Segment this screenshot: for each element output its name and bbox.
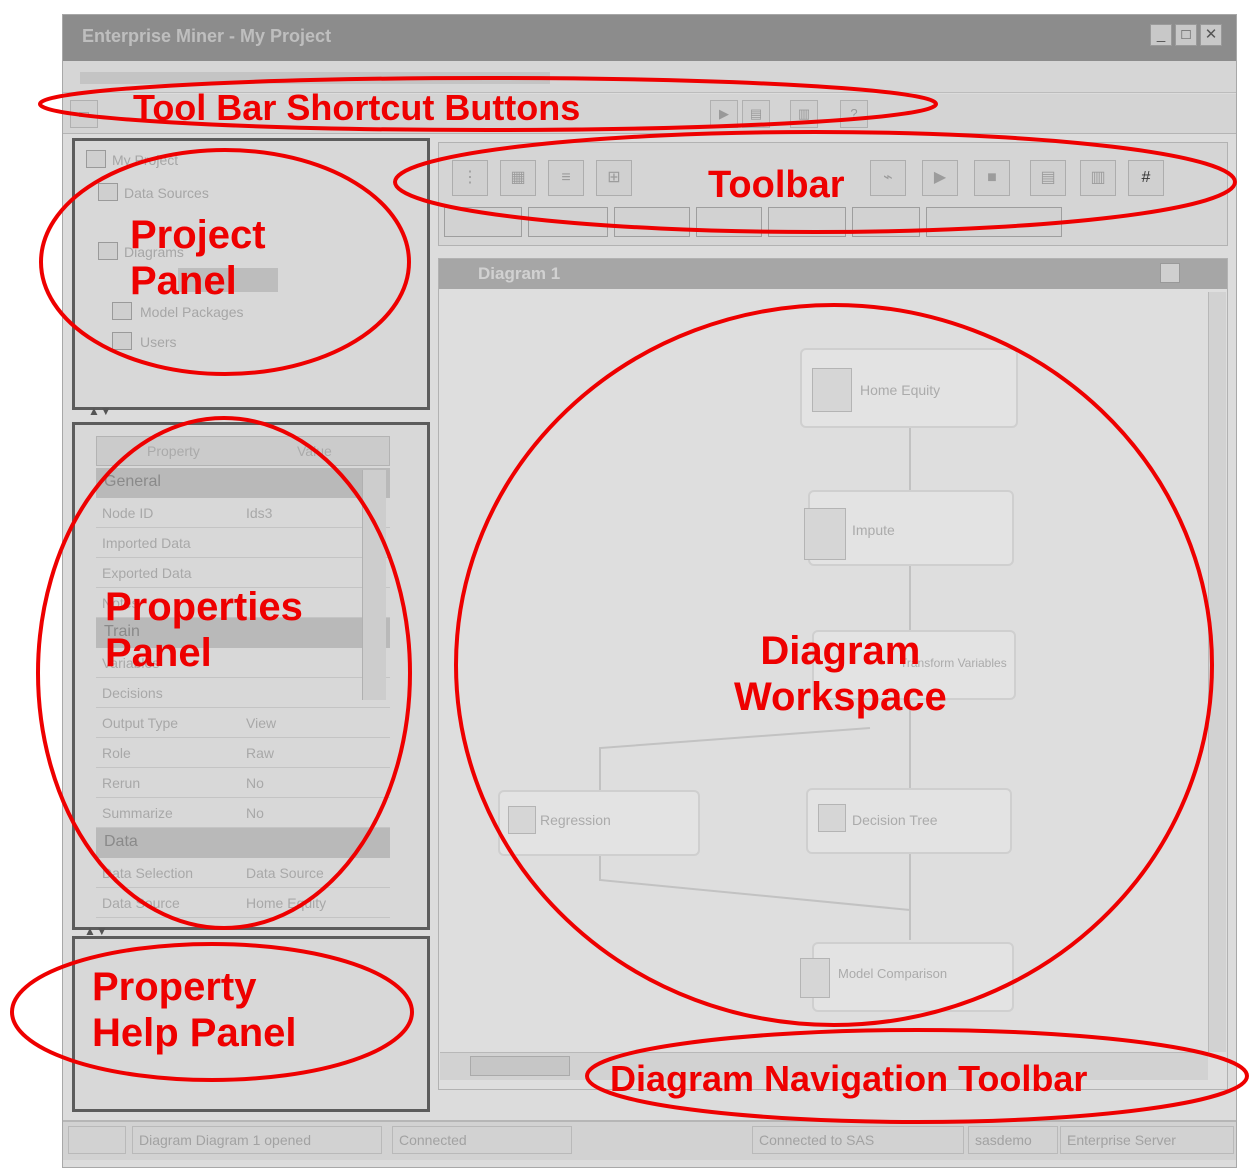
callout-toolbar-shortcut: Tool Bar Shortcut Buttons [133, 87, 581, 128]
callout-diagram-nav: Diagram Navigation Toolbar [610, 1058, 1088, 1099]
callout-diagram-workspace: Diagram Workspace [734, 629, 947, 719]
callout-property-help: Property Help Panel [92, 965, 297, 1055]
callout-project-panel: Project Panel [130, 213, 266, 303]
callout-toolbar: Toolbar [708, 164, 845, 206]
callout-properties-panel: Properties Panel [105, 585, 303, 675]
